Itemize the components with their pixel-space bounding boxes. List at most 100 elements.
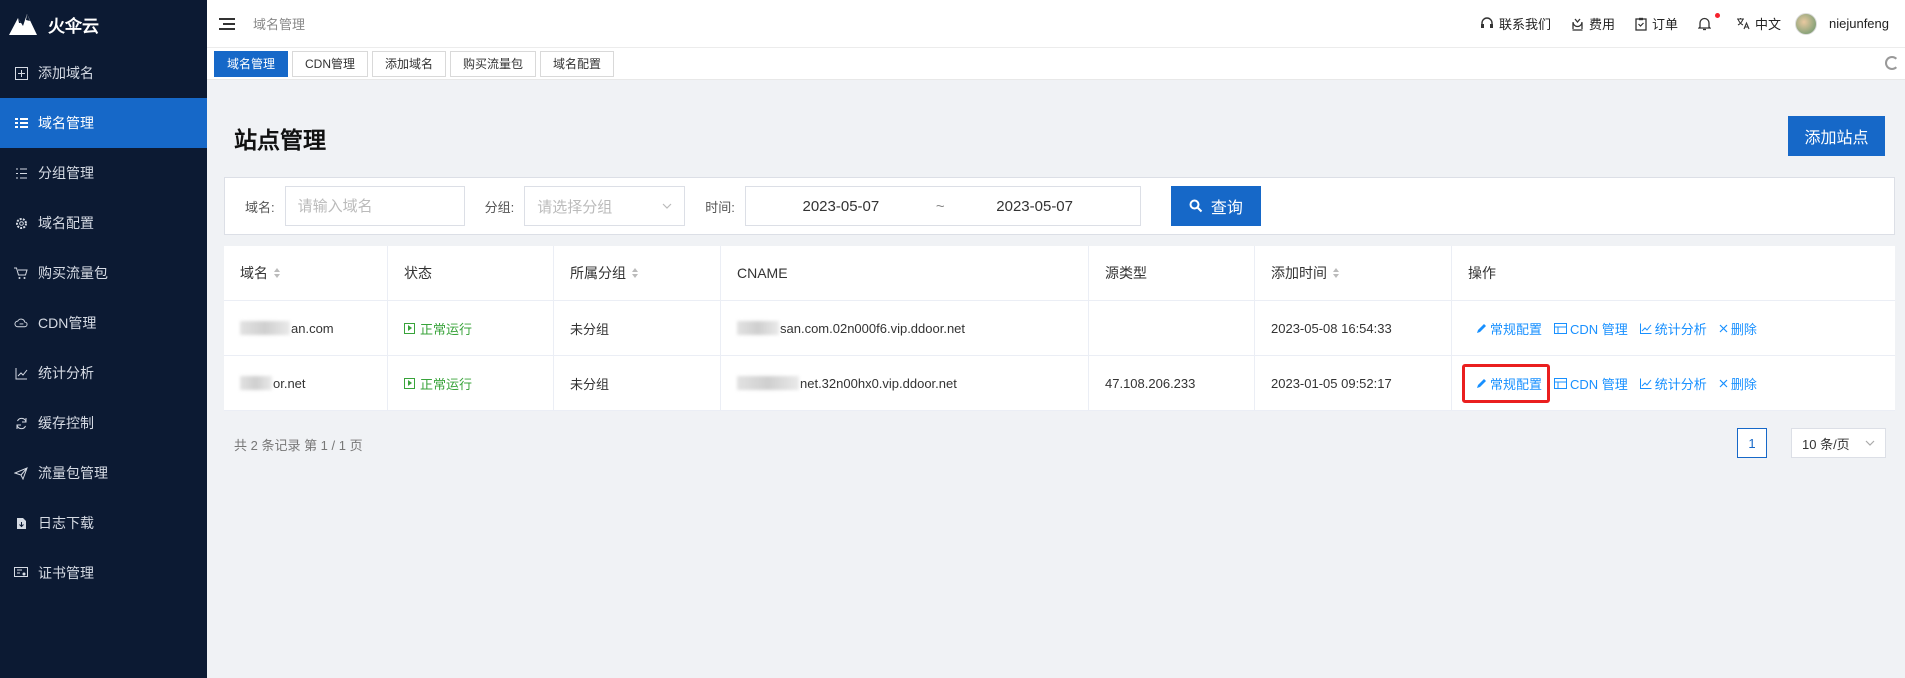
- gear-icon: [14, 216, 28, 230]
- sidebar-item-label: 添加域名: [38, 65, 94, 81]
- tab-domain-config[interactable]: 域名配置: [540, 50, 615, 77]
- header-label: 操作: [1468, 265, 1496, 281]
- redacted-blur: [240, 321, 290, 335]
- tab-buy-traffic[interactable]: 购买流量包: [450, 50, 537, 77]
- domain-search-input[interactable]: [284, 186, 465, 226]
- tab-cdn-management[interactable]: CDN管理: [292, 50, 369, 77]
- fees-link[interactable]: 费用: [1571, 14, 1615, 33]
- translate-icon: [1736, 18, 1750, 30]
- date-start[interactable]: 2023-05-07: [746, 198, 936, 215]
- header-label: 源类型: [1105, 265, 1147, 281]
- statistics-link[interactable]: 统计分析: [1639, 319, 1707, 338]
- date-end[interactable]: 2023-05-07: [945, 198, 1125, 215]
- sidebar-item-domain-management[interactable]: 域名管理: [0, 98, 207, 148]
- record-count: 共 2 条记录 第 1 / 1 页: [234, 438, 363, 453]
- source-type-cell: [1089, 301, 1255, 355]
- table-grid-icon: [1554, 377, 1568, 389]
- delete-link[interactable]: 删除: [1719, 374, 1757, 393]
- status-cell: 正常运行: [388, 301, 554, 355]
- sidebar-item-domain-config[interactable]: 域名配置: [0, 198, 207, 248]
- sort-icon[interactable]: [274, 268, 280, 278]
- domain-text: an.com: [291, 320, 334, 336]
- breadcrumb: 域名管理: [253, 17, 306, 32]
- avatar[interactable]: [1795, 12, 1817, 35]
- cname-cell: san.com.02n000f6.vip.ddoor.net: [721, 301, 1089, 355]
- orders-link[interactable]: 订单: [1635, 14, 1678, 33]
- contact-label: 联系我们: [1498, 17, 1551, 32]
- col-actions: 操作: [1452, 246, 1895, 300]
- play-square-icon: [404, 377, 415, 389]
- sidebar-item-label: 统计分析: [38, 365, 94, 381]
- sidebar-item-label: CDN管理: [38, 315, 97, 331]
- delete-link[interactable]: 删除: [1719, 319, 1757, 338]
- group-cell: 未分组: [554, 356, 721, 410]
- brand-logo[interactable]: 火伞云: [0, 0, 207, 48]
- wallet-icon: [1572, 18, 1583, 31]
- sidebar-item-statistics[interactable]: 统计分析: [0, 348, 207, 398]
- sort-icon[interactable]: [1333, 268, 1339, 278]
- page-tabs: 域名管理 CDN管理 添加域名 购买流量包 域名配置: [207, 48, 1905, 80]
- headset-icon: [1480, 16, 1493, 28]
- page-size-select[interactable]: 10 条/页: [1791, 428, 1886, 458]
- sites-table: 域名 状态 所属分组 CNAME 源类型 添加时间 操作 an.com 正常运行…: [224, 246, 1895, 411]
- line-chart-icon: [1639, 323, 1652, 334]
- col-cname: CNAME: [721, 246, 1089, 300]
- sidebar-item-buy-traffic[interactable]: 购买流量包: [0, 248, 207, 298]
- tab-domain-management[interactable]: 域名管理: [214, 50, 289, 77]
- sort-icon[interactable]: [632, 268, 638, 278]
- cname-text: san.com.02n000f6.vip.ddoor.net: [780, 320, 966, 336]
- group-select[interactable]: 请选择分组: [524, 186, 686, 226]
- language-switch[interactable]: 中文: [1736, 14, 1781, 33]
- table-row: or.net 正常运行 未分组 net.32n00hx0.vip.ddoor.n…: [224, 356, 1895, 411]
- col-added-time[interactable]: 添加时间: [1255, 246, 1452, 300]
- cdn-manage-link[interactable]: CDN 管理: [1554, 319, 1628, 338]
- pagination-page-1[interactable]: 1: [1737, 428, 1767, 458]
- query-button[interactable]: 查询: [1170, 186, 1261, 226]
- status-cell: 正常运行: [388, 356, 554, 410]
- chevron-down-icon: [662, 203, 672, 209]
- sidebar-item-cache-control[interactable]: 缓存控制: [0, 398, 207, 448]
- time-filter-label: 时间:: [705, 199, 735, 215]
- action-label: 删除: [1730, 376, 1757, 392]
- col-domain[interactable]: 域名: [224, 246, 388, 300]
- action-label: 统计分析: [1654, 376, 1707, 392]
- sidebar-item-label: 分组管理: [38, 165, 94, 181]
- general-config-link[interactable]: 常规配置: [1461, 363, 1551, 403]
- group-cell: 未分组: [554, 301, 721, 355]
- cdn-manage-link[interactable]: CDN 管理: [1554, 374, 1628, 393]
- menu-toggle-icon[interactable]: [219, 16, 235, 32]
- sidebar-item-certificate[interactable]: 证书管理: [0, 548, 207, 598]
- col-group[interactable]: 所属分组: [554, 246, 721, 300]
- notification-button[interactable]: [1697, 13, 1720, 31]
- page-size-label: 10 条/页: [1802, 436, 1850, 452]
- header-label: 域名: [240, 265, 268, 281]
- group-filter-label: 分组:: [484, 199, 515, 215]
- tab-add-domain[interactable]: 添加域名: [372, 50, 447, 77]
- sidebar-item-traffic-package[interactable]: 流量包管理: [0, 448, 207, 498]
- paper-plane-icon: [14, 466, 28, 480]
- sidebar: 火伞云 添加域名 域名管理 分组管理 域名配置 购买流量包 CDN管理 统计分析…: [0, 0, 207, 678]
- chevron-down-icon: [1865, 440, 1875, 446]
- add-site-button[interactable]: 添加站点: [1788, 116, 1885, 156]
- header-label: CNAME: [737, 265, 788, 281]
- table-row: an.com 正常运行 未分组 san.com.02n000f6.vip.ddo…: [224, 301, 1895, 356]
- date-range-picker[interactable]: 2023-05-07 ~ 2023-05-07: [744, 186, 1141, 226]
- added-time-cell: 2023-05-08 16:54:33: [1255, 301, 1452, 355]
- refresh-icon[interactable]: [1885, 56, 1899, 70]
- sidebar-item-log-download[interactable]: 日志下载: [0, 498, 207, 548]
- sidebar-item-group-management[interactable]: 分组管理: [0, 148, 207, 198]
- general-config-link[interactable]: 常规配置: [1476, 319, 1542, 338]
- line-chart-icon: [1639, 378, 1652, 389]
- search-icon: [1189, 199, 1203, 213]
- statistics-link[interactable]: 统计分析: [1639, 374, 1707, 393]
- mountain-logo-icon: [9, 14, 37, 35]
- topbar: 域名管理 联系我们 费用 订单 中文 niejunfeng: [207, 0, 1905, 48]
- file-download-icon: [14, 516, 28, 530]
- sidebar-item-add-domain[interactable]: 添加域名: [0, 48, 207, 98]
- pencil-icon: [1477, 323, 1486, 333]
- username[interactable]: niejunfeng: [1829, 16, 1889, 31]
- action-label: 常规配置: [1490, 376, 1543, 392]
- sidebar-item-cdn-management[interactable]: CDN管理: [0, 298, 207, 348]
- contact-link[interactable]: 联系我们: [1480, 14, 1551, 33]
- list-icon: [14, 116, 28, 130]
